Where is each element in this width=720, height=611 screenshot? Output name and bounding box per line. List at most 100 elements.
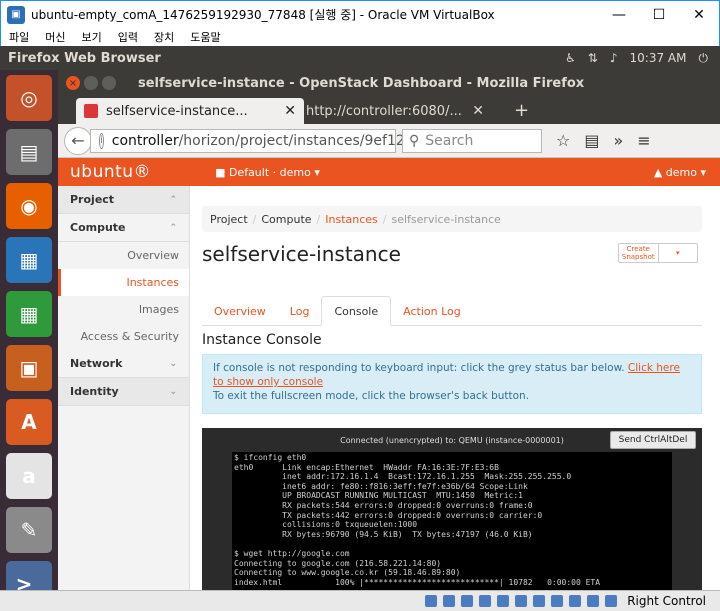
hard-disk-icon[interactable] [425,595,438,607]
minimize-window-icon[interactable] [84,76,98,90]
power-icon[interactable]: ⏻ [699,51,709,66]
files-icon[interactable]: ▤ [6,129,52,175]
hamburger-menu-icon[interactable]: ≡ [637,131,650,150]
firefox-window-title: selfservice-instance - OpenStack Dashboa… [138,75,585,91]
close-button[interactable]: ✕ [679,7,719,23]
optical-drive-icon[interactable] [443,595,456,607]
site-info-icon[interactable]: i [99,132,104,149]
network-icon[interactable]: ⇅ [588,51,598,65]
chevron-up-icon: ⌃ [169,194,177,205]
navigation-toolbar: ← i controller /horizon/project/instance… [58,124,720,158]
usb-icon[interactable] [497,595,510,607]
tab-action-log[interactable]: Action Log [391,296,473,326]
accessibility-icon[interactable]: ♿ [565,51,576,65]
minimize-button[interactable]: — [599,7,639,23]
ubuntu-launcher: ◎ ▤ ◉ ▦ ▦ ▣ Aa ✎ >_ [0,70,58,607]
url-path: /horizon/project/instances/9ef12 [178,132,405,149]
url-bar[interactable]: i controller /horizon/project/instances/… [90,128,417,153]
ubuntu-top-panel: Firefox Web Browser ♿ ⇅ ♪ 10:37 AM ⏻ [0,46,720,70]
sidebar-group-identity[interactable]: Identity ⌄ [58,378,189,406]
menu-file[interactable]: 파일 [9,29,29,45]
menu-machine[interactable]: 머신 [45,29,65,45]
tab-strip: selfservice-instance... ✕ http://control… [58,96,720,124]
terminal-output[interactable]: $ ifconfig eth0 eth0 Link encap:Ethernet… [232,452,672,590]
create-snapshot-button[interactable]: Create Snapshot ▾ [618,243,698,263]
back-button[interactable]: ← [64,126,92,155]
amazon-icon[interactable]: a [6,453,52,499]
display-icon[interactable] [533,595,546,607]
page-title: selfservice-instance [202,242,401,266]
web-page: ubuntu® ■ Default · demo ▾ ▲ demo ▾ Proj… [58,158,720,590]
console-status-bar[interactable]: Connected (unencrypted) to: QEMU (instan… [202,428,702,452]
sidebar-group-label: Network [70,357,123,370]
sidebar-group-label: Identity [70,385,119,398]
tab-overview[interactable]: Overview [202,296,278,326]
audio-icon[interactable] [461,595,474,607]
user-menu[interactable]: ▲ demo ▾ [654,166,706,179]
breadcrumb-project: Project [210,212,248,226]
search-placeholder: Search [425,132,474,149]
close-window-icon[interactable]: × [66,76,80,90]
shared-folder-icon[interactable] [515,595,528,607]
virtualbox-icon: ▣ [7,5,25,24]
sidebar-item-instances[interactable]: Instances [58,269,189,296]
maximize-window-icon[interactable] [102,76,116,90]
sidebar-item-access-security[interactable]: Access & Security [58,323,189,350]
sidebar-group-compute[interactable]: Compute ⌃ [58,214,189,242]
sidebar: Project ⌃ Compute ⌃ Overview Instances Ima… [58,186,190,590]
actions-dropdown-icon[interactable]: ▾ [657,244,698,262]
tab-close-icon[interactable]: ✕ [472,103,484,119]
create-snapshot-label: Create Snapshot [621,245,655,261]
chevron-up-icon: ⌃ [169,222,177,233]
sidebar-item-images[interactable]: Images [58,296,189,323]
menu-view[interactable]: 보기 [82,29,102,45]
tab-close-icon[interactable]: ✕ [284,103,296,119]
maximize-button[interactable]: ☐ [639,7,679,23]
new-tab-button[interactable]: + [514,100,529,121]
breadcrumb-instances[interactable]: Instances [325,213,378,226]
tab-log[interactable]: Log [278,296,322,326]
software-center-icon[interactable]: A [6,399,52,445]
calc-icon[interactable]: ▦ [6,291,52,337]
overflow-chevron-icon[interactable]: » [613,131,623,150]
mouse-integration-icon[interactable] [587,595,600,607]
sidebar-group-network[interactable]: Network ⌄ [58,350,189,378]
console-info-alert: If console is not responding to keyboard… [202,354,702,414]
writer-icon[interactable]: ▦ [6,237,52,283]
breadcrumb: Project / Compute / Instances / selfservice… [202,206,702,232]
reading-list-icon[interactable]: ▤ [584,131,599,150]
search-icon: ⚲ [409,132,420,149]
virtualbox-menubar: 파일 머신 보기 입력 장치 도움말 [0,28,720,46]
breadcrumb-compute: Compute [261,212,312,226]
tab-controller-console[interactable]: http://controller:6080/... ✕ [306,98,492,124]
video-capture-icon[interactable] [551,595,564,607]
tab-selfservice-instance[interactable]: selfservice-instance... ✕ [76,98,304,124]
ubuntu-logo[interactable]: ubuntu® [70,162,151,182]
vnc-console[interactable]: Connected (unencrypted) to: QEMU (instan… [202,428,702,590]
clock[interactable]: 10:37 AM [630,51,687,65]
main-content: Project / Compute / Instances / selfservice… [202,186,712,590]
tab-label: selfservice-instance... [106,103,248,119]
project-selector[interactable]: ■ Default · demo ▾ [215,166,320,179]
tab-console[interactable]: Console [321,296,392,326]
volume-icon[interactable]: ♪ [610,51,618,65]
ubuntu-dash-icon[interactable]: ◎ [6,75,52,121]
sidebar-group-project[interactable]: Project ⌃ [58,186,189,214]
sidebar-group-label: Compute [70,221,126,234]
menu-input[interactable]: 입력 [118,29,138,45]
section-title: Instance Console [202,332,322,348]
send-ctrl-alt-del-button[interactable]: Send CtrlAltDel [610,431,696,449]
impress-icon[interactable]: ▣ [6,345,52,391]
breadcrumb-current: selfservice-instance [391,212,501,226]
host-key-label: Right Control [627,594,706,608]
menu-devices[interactable]: 장치 [154,29,174,45]
settings-icon[interactable]: ✎ [6,507,52,553]
bookmark-star-icon[interactable]: ☆ [556,131,570,150]
menu-help[interactable]: 도움말 [190,29,220,45]
firefox-icon[interactable]: ◉ [6,183,52,229]
sidebar-item-overview[interactable]: Overview [58,242,189,269]
chevron-down-icon: ⌄ [169,358,177,369]
cpu-icon[interactable] [569,595,582,607]
search-input[interactable]: ⚲ Search [402,128,542,153]
network-adapter-icon[interactable] [479,595,492,607]
